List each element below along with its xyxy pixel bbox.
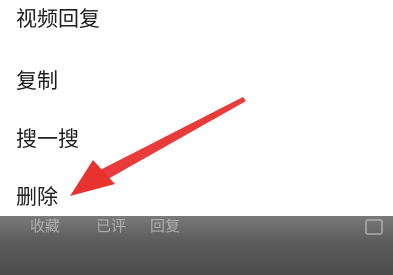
menu-item-delete[interactable]: 删除 <box>16 180 58 214</box>
menu-item-video-reply[interactable]: 视频回复 <box>16 2 100 36</box>
dimmed-background-bar: 收藏 已评 回复 <box>0 216 393 275</box>
menu-item-search[interactable]: 搜一搜 <box>16 122 79 156</box>
bar-item-favorite: 收藏 <box>30 217 61 235</box>
menu-item-copy[interactable]: 复制 <box>16 64 58 98</box>
bar-item-rated: 已评 <box>96 217 127 235</box>
context-menu: 视频回复 复制 搜一搜 删除 <box>0 0 393 218</box>
comment-icon <box>365 219 383 235</box>
screen: 视频回复 复制 搜一搜 删除 收藏 已评 回复 <box>0 0 393 275</box>
bar-item-reply: 回复 <box>150 217 181 235</box>
